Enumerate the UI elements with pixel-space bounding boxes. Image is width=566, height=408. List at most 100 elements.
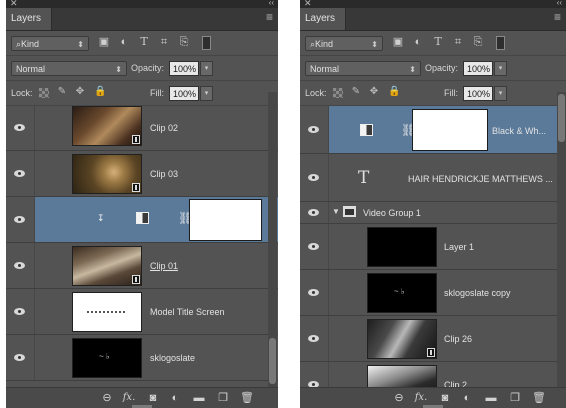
layer-row[interactable]: Layer 1 (300, 224, 566, 270)
add-mask-icon[interactable]: ◙ (146, 391, 160, 405)
blend-mode-select[interactable]: Normal ⬍ (305, 61, 421, 76)
scrollbar-thumb[interactable] (269, 338, 276, 384)
layer-list-scrollbar[interactable] (557, 92, 566, 388)
layer-row[interactable]: Clip 26 (300, 316, 566, 362)
link-layers-icon[interactable]: ⊖ (100, 391, 114, 405)
adjustment-filter-icon[interactable]: ◐ (412, 36, 424, 48)
tab-layers[interactable]: Layers (6, 8, 52, 30)
layer-list-scrollbar[interactable] (268, 92, 277, 388)
filter-toggle-icon[interactable] (202, 36, 211, 50)
eye-icon (308, 334, 319, 342)
opacity-dropdown-icon[interactable]: ▾ (494, 61, 507, 76)
visibility-toggle[interactable] (300, 224, 329, 269)
visibility-toggle[interactable] (6, 289, 35, 334)
lock-position-icon[interactable]: ✥ (74, 86, 86, 98)
blend-mode-select[interactable]: Normal ⬍ (11, 61, 127, 76)
lock-transparency-icon[interactable] (333, 88, 343, 98)
new-layer-icon[interactable]: ❐ (508, 391, 522, 405)
visibility-toggle[interactable] (6, 197, 35, 242)
visibility-toggle[interactable] (300, 362, 329, 388)
layer-mask-thumbnail[interactable] (190, 200, 261, 240)
fill-input[interactable]: 100% (463, 86, 493, 101)
new-group-icon[interactable]: ▬ (192, 391, 206, 405)
smart-object-filter-icon[interactable]: ⎘ (178, 36, 190, 48)
visibility-toggle[interactable] (300, 154, 329, 201)
shape-filter-icon[interactable]: ⌗ (158, 36, 170, 48)
delete-layer-icon[interactable]: 🗑 (532, 391, 546, 405)
layer-mask-thumbnail[interactable] (413, 110, 487, 150)
layer-row[interactable]: Clip 2... (300, 362, 566, 388)
delete-layer-icon[interactable]: 🗑 (240, 391, 254, 405)
collapse-icon[interactable]: ‹‹ (269, 0, 274, 7)
visibility-toggle[interactable] (6, 106, 35, 150)
fx-icon[interactable]: fx. (414, 391, 428, 405)
image-filter-icon[interactable]: ▣ (98, 36, 110, 48)
lock-pixels-icon[interactable]: ✎ (56, 86, 68, 98)
visibility-toggle[interactable] (6, 243, 35, 288)
fx-icon[interactable]: fx. (122, 391, 136, 405)
type-filter-icon[interactable]: T (432, 36, 444, 48)
lock-all-icon[interactable]: 🔒 (388, 86, 400, 98)
fill-dropdown-icon[interactable]: ▾ (494, 86, 507, 101)
opacity-dropdown-icon[interactable]: ▾ (200, 61, 213, 76)
layer-row[interactable]: Clip 03 (6, 151, 278, 197)
lock-pixels-icon[interactable]: ✎ (350, 86, 362, 98)
new-layer-icon[interactable]: ❐ (216, 391, 230, 405)
visibility-toggle[interactable] (6, 151, 35, 196)
lock-row: Lock: ✎ ✥ 🔒 Fill: 100% ▾ (300, 81, 566, 106)
collapse-icon[interactable]: ‹‹ (557, 0, 562, 7)
kind-filter-select[interactable]: ⌕Kind ⬍ (11, 36, 89, 51)
layer-row[interactable]: T HAIR HENDRICKJE MATTHEWS ... (300, 154, 566, 202)
select-arrow-icon: ⬍ (77, 40, 84, 49)
opacity-input[interactable]: 100% (463, 61, 493, 76)
panel-menu-icon[interactable]: ≡ (554, 10, 561, 24)
slate-logo: ~ ♭ (394, 287, 405, 296)
layer-row-selected[interactable]: ⛓ Black & Wh... (300, 106, 566, 154)
panel-menu-icon[interactable]: ≡ (266, 10, 273, 24)
layer-row[interactable]: ~ ♭ sklogoslate (6, 335, 278, 381)
type-filter-icon[interactable]: T (138, 36, 150, 48)
fill-label: Fill: (150, 88, 164, 98)
link-layers-icon[interactable]: ⊖ (392, 391, 406, 405)
adjustment-filter-icon[interactable]: ◐ (118, 36, 130, 48)
add-mask-icon[interactable]: ◙ (438, 391, 452, 405)
layer-row[interactable]: Clip 02 (6, 106, 278, 151)
image-filter-icon[interactable]: ▣ (392, 36, 404, 48)
kind-filter-select[interactable]: ⌕Kind ⬍ (305, 36, 383, 51)
group-expand-icon[interactable]: ▼ (332, 207, 340, 216)
visibility-toggle[interactable] (300, 106, 329, 153)
fill-input[interactable]: 100% (169, 86, 199, 101)
layer-row[interactable]: ~ ♭ sklogoslate copy (300, 270, 566, 316)
panel-title-strip: ✕ ‹‹ (300, 0, 566, 8)
eye-icon (308, 242, 319, 250)
clip-arrow-icon: ↧ (97, 213, 105, 223)
visibility-toggle[interactable] (300, 316, 329, 361)
lock-position-icon[interactable]: ✥ (368, 86, 380, 98)
new-adjustment-icon[interactable]: ◐ (460, 391, 474, 405)
layer-row[interactable]: Clip 01 (6, 243, 278, 289)
new-adjustment-icon[interactable]: ◐ (168, 391, 182, 405)
eye-icon (14, 169, 25, 177)
fill-dropdown-icon[interactable]: ▾ (200, 86, 213, 101)
shape-filter-icon[interactable]: ⌗ (452, 36, 464, 48)
visibility-toggle[interactable] (6, 335, 35, 380)
smart-object-filter-icon[interactable]: ⎘ (472, 36, 484, 48)
layer-row[interactable]: Model Title Screen (6, 289, 278, 335)
group-row[interactable]: ▼ Video Group 1 (300, 202, 566, 224)
eye-icon (14, 215, 25, 223)
layer-row-selected[interactable]: ↧ ⛓ (6, 197, 278, 243)
lock-transparency-icon[interactable] (39, 88, 49, 98)
kind-label: Kind (315, 39, 334, 49)
opacity-input[interactable]: 100% (169, 61, 199, 76)
scrollbar-thumb[interactable] (558, 94, 565, 142)
lock-all-icon[interactable]: 🔒 (94, 86, 106, 98)
filter-toggle-icon[interactable] (496, 36, 505, 50)
tab-layers[interactable]: Layers (300, 8, 346, 30)
kind-label: Kind (21, 39, 40, 49)
eye-icon (308, 288, 319, 296)
new-group-icon[interactable]: ▬ (484, 391, 498, 405)
visibility-toggle[interactable] (300, 202, 329, 223)
layer-list: ⛓ Black & Wh... T HAIR HENDRICKJE MATTHE… (300, 106, 566, 388)
visibility-toggle[interactable] (300, 270, 329, 315)
eye-icon (14, 307, 25, 315)
